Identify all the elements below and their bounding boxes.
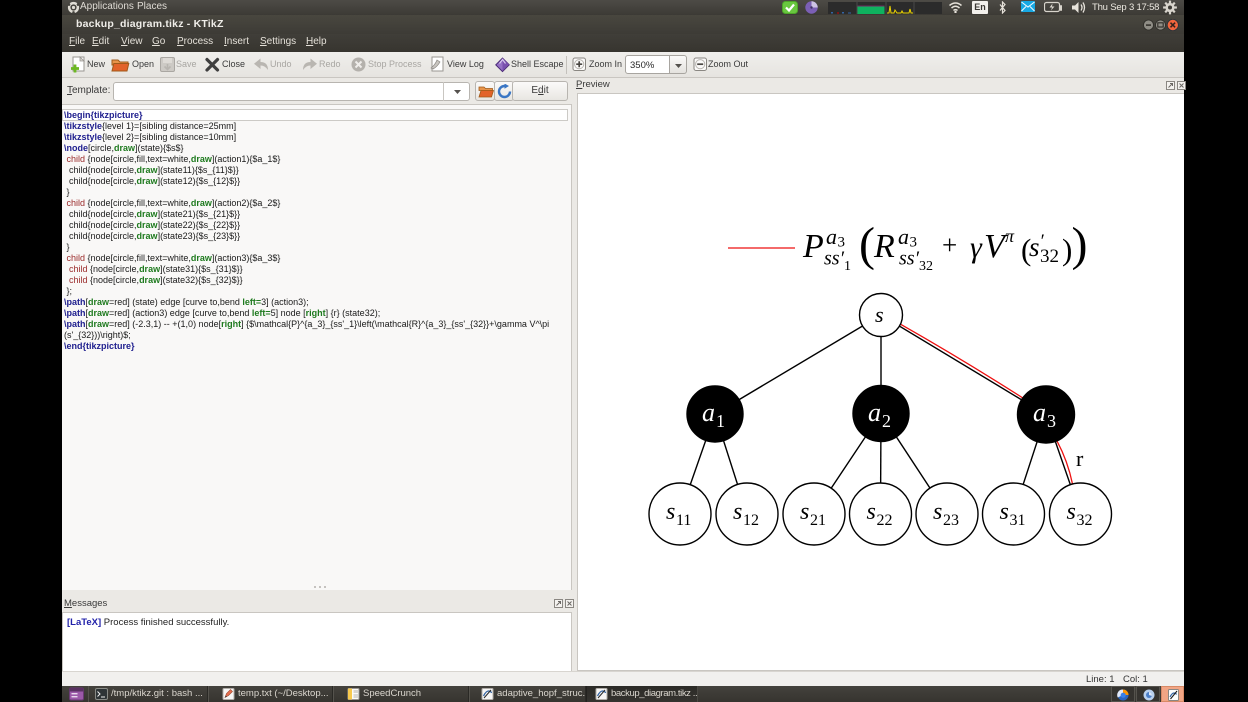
svg-text:s: s — [1029, 232, 1040, 262]
svg-text:s: s — [875, 302, 884, 327]
svg-text:s: s — [933, 499, 942, 525]
svg-text:π: π — [1005, 226, 1015, 246]
svg-text:s: s — [867, 499, 876, 525]
svg-text:): ) — [1072, 218, 1088, 271]
svg-text:2: 2 — [882, 411, 891, 431]
svg-text:a: a — [826, 224, 837, 249]
svg-text:1: 1 — [844, 259, 851, 274]
svg-text:a: a — [1033, 398, 1046, 427]
svg-text:12: 12 — [743, 512, 759, 529]
svg-text:23: 23 — [943, 512, 959, 529]
svg-text:32: 32 — [1040, 246, 1059, 267]
svg-text:21: 21 — [810, 512, 826, 529]
svg-text:32: 32 — [1077, 512, 1093, 529]
svg-text:22: 22 — [877, 512, 893, 529]
svg-text:P: P — [802, 228, 824, 265]
svg-text:s: s — [1067, 499, 1076, 525]
svg-text:R: R — [873, 228, 895, 265]
svg-text:a: a — [898, 224, 909, 249]
svg-text:ss′: ss′ — [899, 248, 920, 270]
svg-text:(: ( — [859, 218, 875, 271]
svg-text:γ: γ — [970, 231, 983, 264]
svg-text:3: 3 — [1047, 411, 1056, 431]
svg-text:s: s — [666, 499, 675, 525]
svg-text:s: s — [1000, 499, 1009, 525]
svg-text:+: + — [942, 230, 957, 260]
svg-text:s: s — [733, 499, 742, 525]
svg-text:s: s — [800, 499, 809, 525]
svg-text:11: 11 — [676, 512, 691, 529]
svg-text:31: 31 — [1010, 512, 1026, 529]
svg-text:a: a — [702, 398, 715, 427]
svg-text:r: r — [1076, 446, 1084, 471]
svg-text:1: 1 — [716, 411, 725, 431]
svg-text:a: a — [868, 398, 881, 427]
svg-text:32: 32 — [919, 259, 933, 274]
svg-text:ss′: ss′ — [824, 248, 845, 270]
